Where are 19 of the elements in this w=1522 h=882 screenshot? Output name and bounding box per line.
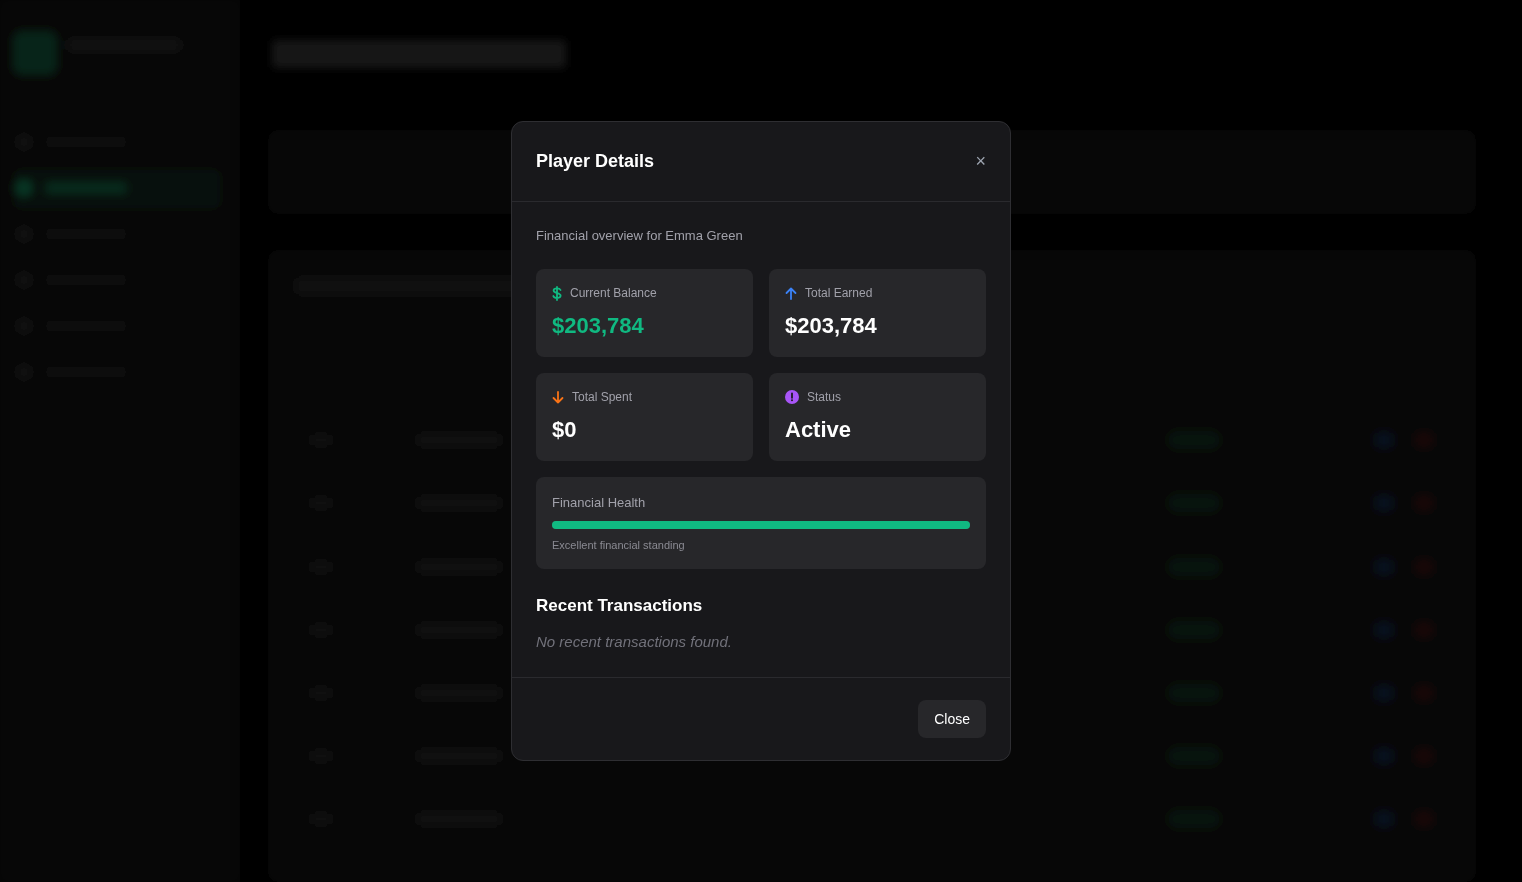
stat-label: Total Earned	[805, 285, 873, 303]
stat-value: $0	[552, 416, 578, 445]
dialog-subtitle: Financial overview for Emma Green	[536, 226, 744, 245]
stat-value: Active	[785, 416, 853, 445]
stat-label: Total Spent	[572, 389, 633, 407]
empty-message: No recent transactions found.	[536, 631, 733, 652]
stat-value: $203,784	[785, 312, 878, 341]
stat-label: Status	[807, 389, 842, 407]
health-note: Excellent financial standing	[552, 537, 686, 553]
health-label: Financial Health	[552, 494, 647, 513]
stat-label: Current Balance	[570, 285, 657, 303]
alert-icon	[785, 390, 799, 405]
stat-value: $203,784	[552, 312, 645, 341]
close-button[interactable]: Close	[918, 700, 986, 739]
arrow-down-icon	[552, 390, 564, 404]
dollar-icon	[552, 285, 562, 301]
dialog-title: Player Details	[536, 149, 655, 173]
arrow-up-icon	[785, 286, 797, 300]
section-title: Recent Transactions	[536, 595, 704, 618]
